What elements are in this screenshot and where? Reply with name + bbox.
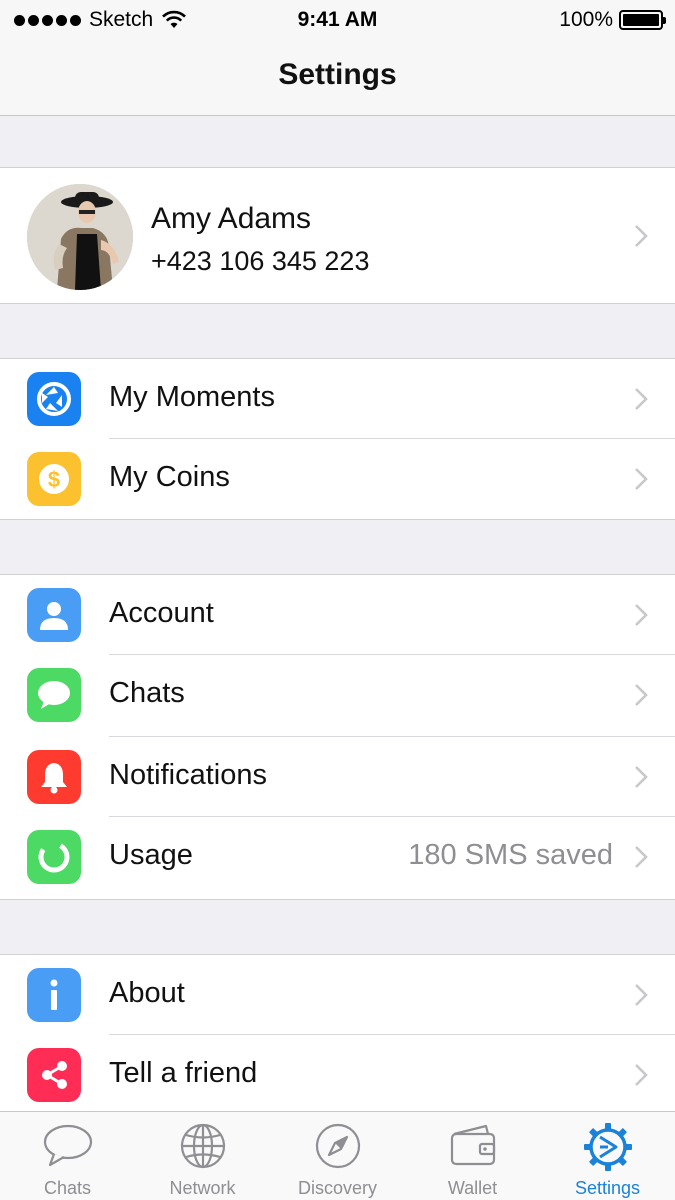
status-bar: Sketch 9:41 AM 100% [0,0,675,40]
battery-icon [619,10,666,30]
chevron-right-icon [635,225,648,247]
person-icon [27,588,81,642]
row-label: Usage [109,839,193,871]
row-my-coins[interactable]: $ My Coins [0,439,675,519]
share-icon [27,1048,81,1102]
row-label: Notifications [109,759,267,791]
tab-label: Wallet [447,1178,498,1198]
row-label: Account [109,597,214,629]
row-notifications[interactable]: Notifications [0,737,675,817]
profile-phone: +423 106 345 223 [151,246,370,276]
settings-gear-icon [583,1123,632,1171]
moments-icon [27,372,81,426]
features-group: My Moments $ My Coins [0,358,675,520]
chevron-right-icon [635,1064,648,1086]
chevron-right-icon [635,684,648,706]
tab-label: Chats [43,1178,92,1198]
battery-percent: 100% [559,8,613,31]
row-tell-a-friend[interactable]: Tell a friend [0,1035,675,1115]
row-usage[interactable]: Usage 180 SMS saved [0,817,675,899]
svg-text:$: $ [48,467,60,492]
chevron-right-icon [635,604,648,626]
chevron-right-icon [635,468,648,490]
row-label: My Moments [109,381,275,413]
row-label: Chats [109,677,185,709]
info-icon [27,968,81,1022]
tab-chats[interactable]: Chats [0,1112,135,1200]
coin-icon: $ [27,452,81,506]
settings-group: Account Chats Notifications Usage 180 SM… [0,574,675,900]
tab-label: Discovery [297,1178,377,1198]
navigation-bar: Settings [0,40,675,116]
globe-icon [180,1123,225,1169]
tab-label: Network [169,1178,236,1198]
chat-bubble-icon [27,668,81,722]
chevron-right-icon [635,984,648,1006]
row-about[interactable]: About [0,955,675,1035]
tab-wallet[interactable]: Wallet [405,1112,540,1200]
tab-network[interactable]: Network [135,1112,270,1200]
tab-discovery[interactable]: Discovery [270,1112,405,1200]
page-title: Settings [278,58,397,91]
profile-row[interactable]: Amy Adams +423 106 345 223 [0,167,675,304]
row-label: My Coins [109,461,230,493]
chevron-right-icon [635,388,648,410]
avatar [27,184,133,290]
profile-name: Amy Adams [151,202,312,235]
usage-ring-icon [27,830,81,884]
bell-icon [27,750,81,804]
info-group: About Tell a friend [0,954,675,1115]
wallet-icon [450,1124,495,1166]
usage-value: 180 SMS saved [408,839,613,871]
tab-settings[interactable]: Settings [540,1112,675,1200]
row-my-moments[interactable]: My Moments [0,359,675,439]
row-label: Tell a friend [109,1057,258,1089]
row-account[interactable]: Account [0,575,675,655]
row-label: About [109,977,185,1009]
chevron-right-icon [635,846,648,868]
chevron-right-icon [635,766,648,788]
status-right: 100% [559,8,666,32]
compass-icon [315,1123,360,1169]
row-chats[interactable]: Chats [0,655,675,737]
chat-tab-icon [43,1124,92,1167]
tab-bar: Chats Network Discovery Wallet Settings [0,1111,675,1200]
tab-label: Settings [574,1178,641,1198]
